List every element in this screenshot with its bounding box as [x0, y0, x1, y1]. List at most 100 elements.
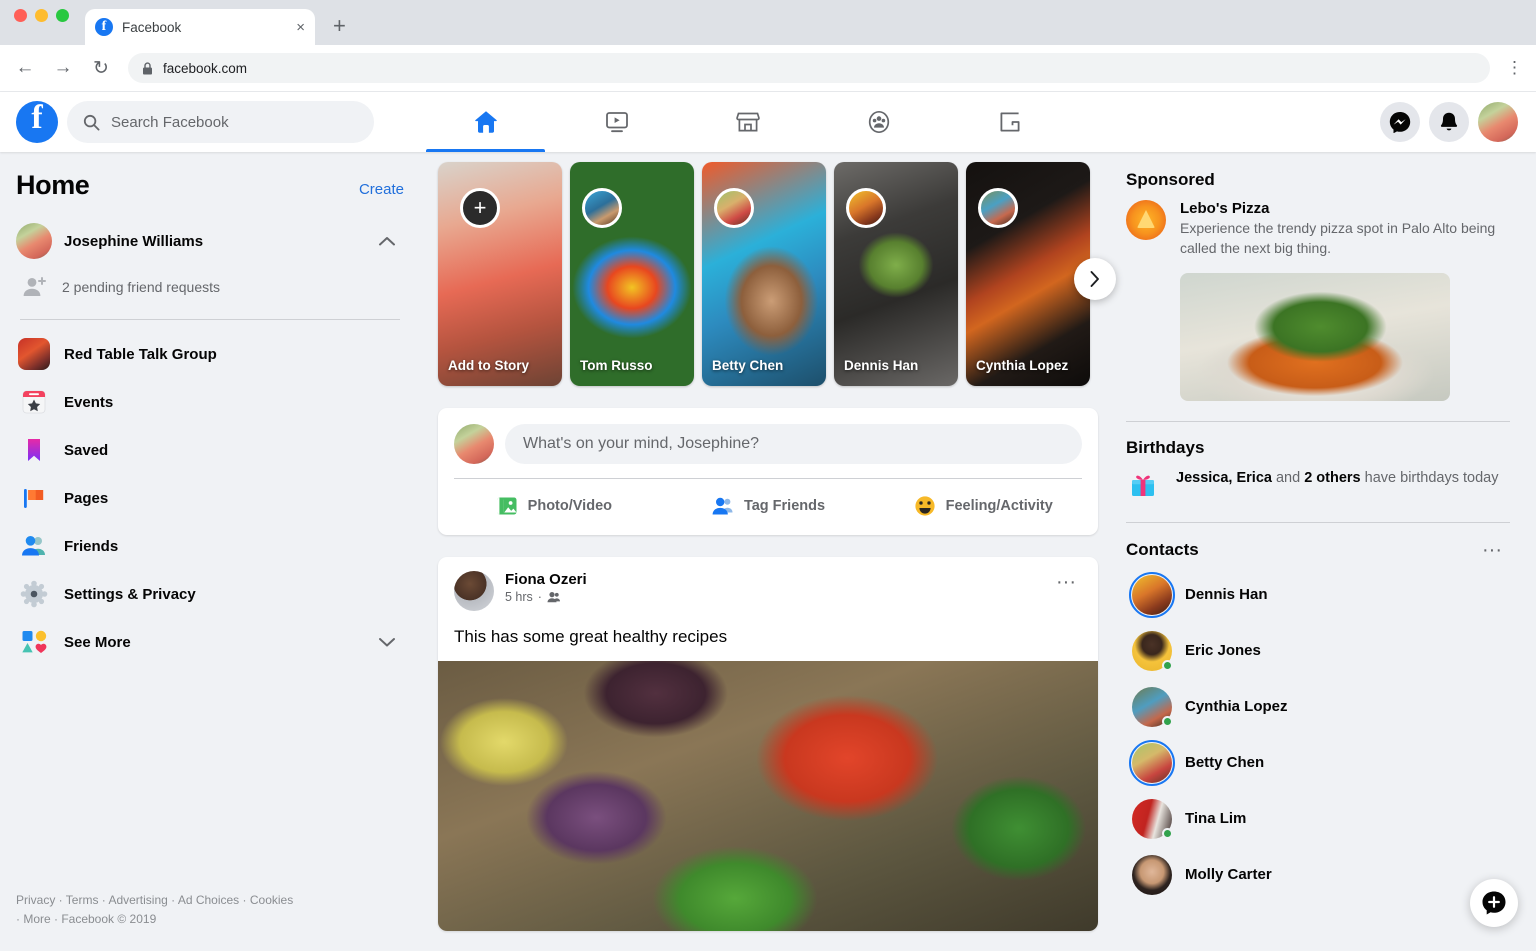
new-message-icon	[1481, 890, 1507, 916]
chevron-up-icon[interactable]	[378, 235, 396, 247]
contact-molly-carter[interactable]: Molly Carter	[1126, 847, 1510, 903]
footer-line-2[interactable]: · More · Facebook © 2019	[16, 912, 156, 926]
pending-friend-requests[interactable]: 2 pending friend requests	[16, 265, 404, 309]
sidebar-item-label: Friends	[64, 538, 396, 555]
stories-next-button[interactable]	[1074, 258, 1116, 300]
photo-video-button[interactable]: Photo/Video	[446, 485, 661, 527]
bookmark-icon	[16, 432, 52, 468]
post-author-name[interactable]: Fiona Ozeri	[505, 571, 587, 588]
story-label: Dennis Han	[844, 356, 950, 376]
right-divider-2	[1126, 522, 1510, 523]
meta-separator: ·	[538, 590, 542, 604]
sidebar-item-red-table-talk-group[interactable]: Red Table Talk Group	[16, 330, 404, 378]
chevron-right-icon	[1087, 270, 1103, 288]
footer-line-1[interactable]: Privacy · Terms · Advertising · Ad Choic…	[16, 893, 293, 907]
story-label: Cynthia Lopez	[976, 356, 1082, 376]
sidebar-header: Home Create	[16, 170, 404, 201]
browser-toolbar: ← → ↻ facebook.com ⋮	[0, 45, 1536, 92]
tag-friends-button[interactable]: Tag Friends	[661, 485, 876, 527]
feeling-activity-icon	[913, 494, 937, 518]
ad-text-block: Lebo's Pizza Experience the trendy pizza…	[1180, 200, 1510, 259]
tab-marketplace[interactable]	[682, 92, 813, 152]
tab-groups[interactable]	[813, 92, 944, 152]
contact-name: Betty Chen	[1185, 754, 1264, 771]
contact-cynthia-lopez[interactable]: Cynthia Lopez	[1126, 679, 1510, 735]
sidebar-item-saved[interactable]: Saved	[16, 426, 404, 474]
close-window-button[interactable]	[14, 9, 27, 22]
page-title: Home	[16, 170, 89, 201]
gear-icon	[16, 576, 52, 612]
story-tom-russo[interactable]: Tom Russo	[570, 162, 694, 386]
online-status-dot	[1162, 716, 1173, 727]
sidebar-item-events[interactable]: Events	[16, 378, 404, 426]
address-bar[interactable]: facebook.com	[128, 53, 1490, 83]
search-input[interactable]: Search Facebook	[67, 101, 374, 143]
messenger-button[interactable]	[1380, 102, 1420, 142]
story-label: Add to Story	[448, 356, 554, 376]
tab-gaming[interactable]	[944, 92, 1075, 152]
new-message-button[interactable]	[1470, 879, 1518, 927]
back-icon[interactable]: ←	[14, 57, 36, 79]
reload-icon[interactable]: ↻	[90, 57, 112, 80]
sidebar-item-label: Saved	[64, 442, 396, 459]
tab-watch[interactable]	[551, 92, 682, 152]
post-image[interactable]	[438, 661, 1098, 931]
post-author-avatar[interactable]	[454, 571, 494, 611]
main-feed: + Add to Story Tom Russo Betty Chen Denn…	[420, 152, 1116, 943]
right-divider-1	[1126, 421, 1510, 422]
notifications-button[interactable]	[1429, 102, 1469, 142]
marketplace-icon	[734, 108, 762, 136]
contact-tina-lim[interactable]: Tina Lim	[1126, 791, 1510, 847]
add-story-plus-icon[interactable]: +	[460, 188, 500, 228]
sidebar-item-profile[interactable]: Josephine Williams	[16, 217, 404, 265]
group-photo-icon	[16, 336, 52, 372]
composer-input[interactable]: What's on your mind, Josephine?	[505, 424, 1082, 464]
feeling-activity-button[interactable]: Feeling/Activity	[875, 485, 1090, 527]
search-placeholder: Search Facebook	[111, 114, 229, 131]
maximize-window-button[interactable]	[56, 9, 69, 22]
sidebar-item-see-more[interactable]: See More	[16, 618, 404, 666]
avatar	[1132, 575, 1172, 615]
composer-row: What's on your mind, Josephine?	[438, 408, 1098, 478]
story-dennis-han[interactable]: Dennis Han	[834, 162, 958, 386]
page-body: Home Create Josephine Williams 2 pending…	[0, 152, 1536, 943]
avatar	[16, 223, 52, 259]
composer-placeholder: What's on your mind, Josephine?	[523, 435, 759, 453]
account-avatar[interactable]	[1478, 102, 1518, 142]
close-icon[interactable]: ×	[296, 20, 305, 35]
contact-betty-chen[interactable]: Betty Chen	[1126, 735, 1510, 791]
story-cynthia-lopez[interactable]: Cynthia Lopez	[966, 162, 1090, 386]
pending-text: 2 pending friend requests	[62, 279, 220, 295]
contact-avatar-wrap	[1132, 799, 1172, 839]
post-menu-icon[interactable]: ···	[1050, 571, 1082, 593]
birthday-item[interactable]: Jessica, Erica and 2 others have birthda…	[1126, 468, 1510, 502]
birthday-text: Jessica, Erica and 2 others have birthda…	[1176, 468, 1498, 489]
forward-icon[interactable]: →	[52, 57, 74, 79]
sidebar-item-pages[interactable]: Pages	[16, 474, 404, 522]
contact-eric-jones[interactable]: Eric Jones	[1126, 623, 1510, 679]
story-betty-chen[interactable]: Betty Chen	[702, 162, 826, 386]
sidebar-item-settings-privacy[interactable]: Settings & Privacy	[16, 570, 404, 618]
tag-friends-icon	[711, 494, 735, 518]
browser-tab[interactable]: f Facebook ×	[85, 9, 315, 45]
friend-request-icon	[22, 275, 48, 299]
sidebar-item-friends[interactable]: Friends	[16, 522, 404, 570]
contacts-header: Contacts ···	[1126, 539, 1510, 561]
minimize-window-button[interactable]	[35, 9, 48, 22]
new-tab-button[interactable]: +	[333, 13, 346, 45]
browser-menu-icon[interactable]: ⋮	[1506, 63, 1522, 73]
contacts-menu-icon[interactable]: ···	[1474, 539, 1510, 561]
contact-dennis-han[interactable]: Dennis Han	[1126, 567, 1510, 623]
navbar-right	[1380, 102, 1536, 142]
tab-home[interactable]	[420, 92, 551, 152]
chevron-down-icon[interactable]	[378, 636, 396, 648]
friends-audience-icon[interactable]	[547, 591, 561, 604]
story-add-to-story[interactable]: + Add to Story	[438, 162, 562, 386]
watch-video-icon	[603, 108, 631, 136]
facebook-logo-icon[interactable]	[16, 101, 58, 143]
story-label: Tom Russo	[580, 356, 686, 376]
sponsored-ad[interactable]: Lebo's Pizza Experience the trendy pizza…	[1126, 200, 1510, 259]
create-link[interactable]: Create	[359, 181, 404, 198]
ad-image[interactable]	[1180, 273, 1450, 401]
ad-title[interactable]: Lebo's Pizza	[1180, 200, 1510, 217]
